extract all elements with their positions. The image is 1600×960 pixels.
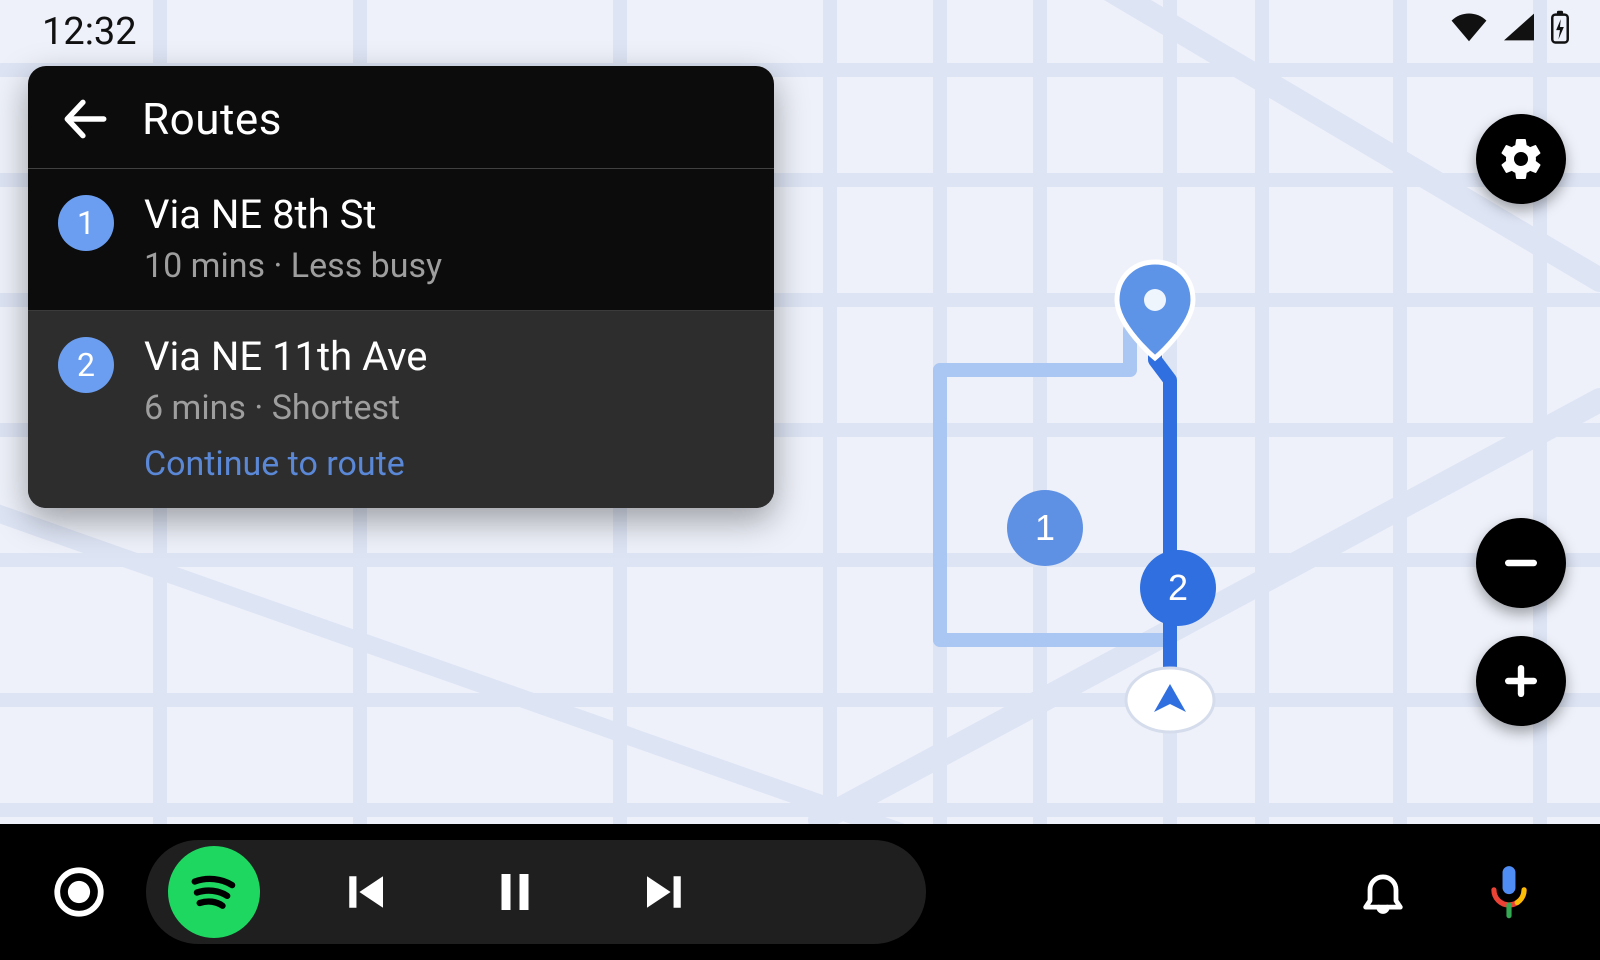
route-item-2[interactable]: 2 Via NE 11th Ave 6 mins · Shortest Cont… [28,310,774,508]
pause-icon [488,865,542,919]
next-track-button[interactable] [620,847,710,937]
voice-assistant-button[interactable] [1474,857,1544,927]
gear-icon [1497,135,1545,183]
circle-icon [50,863,108,921]
route-badge: 2 [58,337,114,393]
signal-icon [1502,12,1536,42]
skip-previous-icon [338,865,392,919]
plus-icon [1497,657,1545,705]
svg-text:2: 2 [1168,567,1188,608]
media-controls [146,840,926,944]
continue-to-route-link[interactable]: Continue to route [144,444,428,484]
wifi-icon [1450,12,1488,42]
battery-icon [1550,10,1570,44]
zoom-out-button[interactable] [1476,518,1566,608]
back-button[interactable] [58,92,112,146]
route-title: Via NE 11th Ave [144,333,428,380]
skip-next-icon [638,865,692,919]
svg-text:1: 1 [1035,507,1055,548]
settings-button[interactable] [1476,114,1566,204]
previous-track-button[interactable] [320,847,410,937]
bottom-bar [0,824,1600,960]
status-time: 12:32 [42,10,137,54]
pause-button[interactable] [470,847,560,937]
status-icons [1450,10,1570,44]
current-location-marker [1126,668,1214,732]
map-marker-2: 2 [1140,550,1216,626]
zoom-in-button[interactable] [1476,636,1566,726]
arrow-left-icon [60,94,110,144]
status-bar: 12:32 [0,0,1600,60]
notifications-button[interactable] [1348,857,1418,927]
routes-header: Routes [28,66,774,169]
map-marker-1: 1 [1007,490,1083,566]
launcher-button[interactable] [44,857,114,927]
route-subtitle: 10 mins · Less busy [144,246,442,286]
mic-icon [1483,864,1535,920]
media-app-button[interactable] [168,846,260,938]
minus-icon [1497,539,1545,587]
bell-icon [1357,866,1409,918]
spotify-icon [181,859,247,925]
panel-title: Routes [142,93,282,145]
routes-panel: Routes 1 Via NE 8th St 10 mins · Less bu… [28,66,774,508]
route-item-1[interactable]: 1 Via NE 8th St 10 mins · Less busy [28,169,774,310]
route-title: Via NE 8th St [144,191,442,238]
route-subtitle: 6 mins · Shortest [144,388,428,428]
route-badge: 1 [58,195,114,251]
